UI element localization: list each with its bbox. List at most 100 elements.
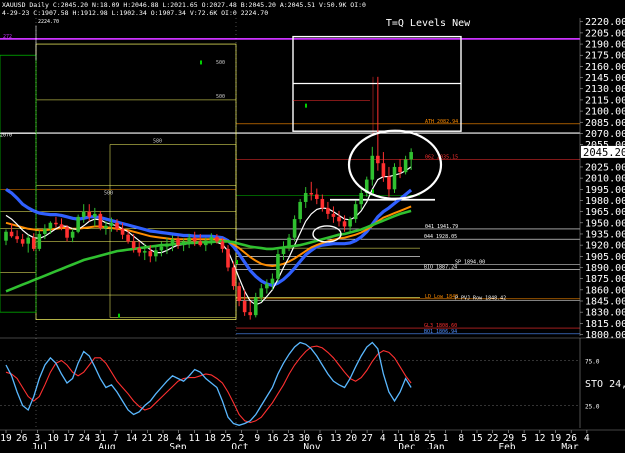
candle-body: [220, 241, 225, 249]
level-label: 044 1928.05: [424, 234, 457, 240]
chart-background: [0, 0, 625, 449]
price-tick-label: 1905.00: [585, 252, 625, 263]
level-label: 272: [3, 34, 12, 40]
price-tick-label: 1875.00: [585, 274, 625, 285]
box-label: 2224.70: [38, 19, 59, 25]
price-tick-label: 2115.00: [585, 95, 625, 106]
date-tick-label: 23: [283, 433, 294, 444]
date-tick-label: 21: [142, 433, 154, 444]
candle-body: [303, 193, 308, 202]
date-tick-label: 24: [79, 433, 91, 444]
candle-body: [170, 239, 175, 244]
candle-body: [353, 204, 358, 220]
date-tick-label: 9: [254, 433, 260, 444]
candle-body: [70, 231, 75, 238]
candle-body: [87, 211, 92, 217]
date-tick-label: 25: [220, 433, 231, 444]
candle-body: [287, 237, 291, 247]
candle-body: [98, 213, 103, 229]
price-tick-label: 2130.00: [585, 84, 625, 95]
date-tick-label: 19: [550, 433, 562, 444]
date-tick-label: 4: [584, 433, 590, 444]
sub-line: 4-29-23 C:1907.58 H:1912.98 L:1902.34 O:…: [2, 9, 268, 17]
date-tick-label: 13: [330, 433, 341, 444]
level-label: BO1 1806.94: [424, 329, 457, 335]
green-box-label: 2070: [0, 132, 12, 138]
marker-dot: [372, 189, 374, 194]
candle-body: [331, 213, 336, 217]
candle-body: [93, 213, 97, 217]
candle-body: [226, 248, 230, 268]
date-tick-label: 11: [189, 433, 201, 444]
price-tick-label: 2100.00: [585, 107, 625, 118]
candle-body: [4, 231, 8, 241]
candle-body: [131, 241, 136, 249]
last-price-label: 2045.20: [583, 147, 625, 159]
price-tick-label: 1845.00: [585, 296, 625, 307]
candle-body: [9, 231, 14, 237]
price-tick-label: 1950.00: [585, 218, 625, 229]
ticker-line: XAUUSD Daily C:2045.20 N:18.09 H:2046.88…: [2, 1, 366, 9]
date-tick-label: 27: [361, 433, 372, 444]
candle-body: [231, 267, 236, 287]
candle-body: [270, 278, 275, 284]
fib-box-label: 500: [104, 191, 113, 197]
price-tick-label: 2205.00: [585, 28, 625, 39]
price-tick-label: 1860.00: [585, 285, 625, 296]
price-tick-label: 2025.00: [585, 162, 625, 173]
level-label: 041 1941.79: [425, 224, 458, 230]
date-tick-label: 28: [157, 433, 169, 444]
candle-body: [126, 234, 130, 242]
candle-body: [65, 227, 69, 238]
date-tick-label: 17: [63, 433, 74, 444]
level-label: LD Low 1848: [425, 294, 458, 300]
candle-body: [154, 250, 158, 257]
level-label: SP 1894.00: [455, 260, 485, 266]
date-tick-label: 15: [471, 433, 482, 444]
candle-body: [31, 237, 36, 249]
candle-body: [265, 283, 269, 289]
candle-body: [326, 207, 330, 214]
month-label: Mar: [561, 442, 578, 449]
candle-body: [59, 224, 64, 228]
candle-body: [259, 288, 264, 298]
candle-body: [237, 286, 241, 301]
osc-tick: 75.0: [585, 359, 600, 366]
candle-body: [159, 246, 164, 251]
candle-body: [253, 297, 258, 316]
date-tick-label: 18: [204, 433, 216, 444]
candle-body: [109, 222, 114, 226]
chart-window: 272 ATH 2082.94 062 2035.15 041 1941.79 044 …: [0, 0, 625, 453]
candle-body: [337, 216, 341, 222]
month-label: Sep: [169, 442, 186, 449]
candle-body: [348, 219, 352, 227]
date-tick-label: 16: [267, 433, 279, 444]
price-tick-label: 2175.00: [585, 51, 625, 62]
box-label: 500: [216, 60, 225, 66]
date-tick-label: 4: [380, 433, 386, 444]
candle-body: [281, 246, 286, 255]
month-label: Oct: [231, 442, 248, 449]
marker-dot: [305, 103, 307, 108]
candle-body: [48, 222, 53, 229]
candle-body: [276, 254, 280, 279]
candle-body: [104, 225, 108, 229]
price-tick-label: 1965.00: [585, 207, 625, 218]
candle-body: [292, 219, 297, 238]
candle-body: [209, 236, 214, 241]
candle-body: [403, 159, 408, 173]
month-label: Jul: [31, 442, 48, 449]
chart-svg[interactable]: 272ATH 2082.94062 2035.15041 1941.79044 …: [0, 0, 625, 453]
candle-body: [54, 222, 58, 225]
month-label: Jan: [427, 442, 444, 449]
candle-body: [81, 211, 86, 217]
candle-body: [43, 228, 47, 234]
candle-body: [309, 193, 314, 195]
price-tick-label: 1935.00: [585, 229, 625, 240]
date-tick-label: 26: [16, 433, 28, 444]
candle-body: [137, 248, 141, 253]
price-tick-label: 2160.00: [585, 62, 625, 73]
price-tick-label: 1800.00: [585, 330, 625, 341]
candle-body: [148, 251, 153, 257]
date-tick-label: 5: [521, 433, 527, 444]
